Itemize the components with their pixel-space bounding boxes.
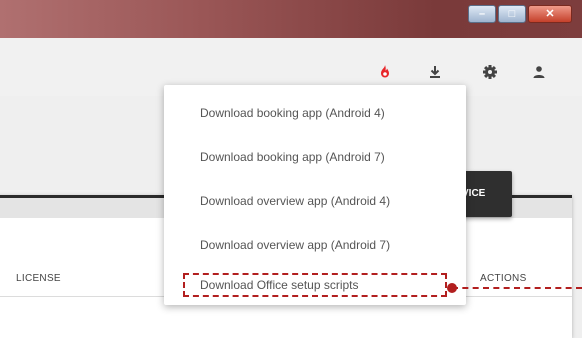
window-title-bar: – □ ✕: [0, 0, 582, 38]
menu-item-booking-android7[interactable]: Download booking app (Android 7): [164, 135, 466, 179]
minimize-icon: –: [478, 8, 486, 20]
fire-icon: [381, 65, 389, 78]
window-controls: – □ ✕: [468, 5, 572, 23]
menu-item-overview-android4[interactable]: Download overview app (Android 4): [164, 179, 466, 223]
close-icon: ✕: [545, 8, 555, 20]
column-header-license[interactable]: LICENSE: [16, 273, 61, 284]
fire-button[interactable]: [376, 63, 394, 81]
annotation-callout-dot: [447, 283, 457, 293]
gear-icon: [483, 65, 497, 79]
menu-item-overview-android7[interactable]: Download overview app (Android 7): [164, 223, 466, 267]
menu-item-booking-android4[interactable]: Download booking app (Android 4): [164, 91, 466, 135]
download-menu: Download booking app (Android 4) Downloa…: [164, 85, 466, 305]
person-icon: [533, 66, 545, 78]
settings-button[interactable]: [481, 63, 499, 81]
download-button[interactable]: [426, 63, 444, 81]
download-icon: [430, 66, 440, 78]
maximize-icon: □: [508, 8, 516, 20]
annotation-callout-line: [452, 287, 582, 289]
annotation-highlight-box: [183, 273, 447, 297]
minimize-button[interactable]: –: [468, 5, 496, 23]
column-header-actions[interactable]: ACTIONS: [480, 273, 527, 284]
maximize-button[interactable]: □: [498, 5, 526, 23]
close-button[interactable]: ✕: [528, 5, 572, 23]
account-button[interactable]: [530, 63, 548, 81]
